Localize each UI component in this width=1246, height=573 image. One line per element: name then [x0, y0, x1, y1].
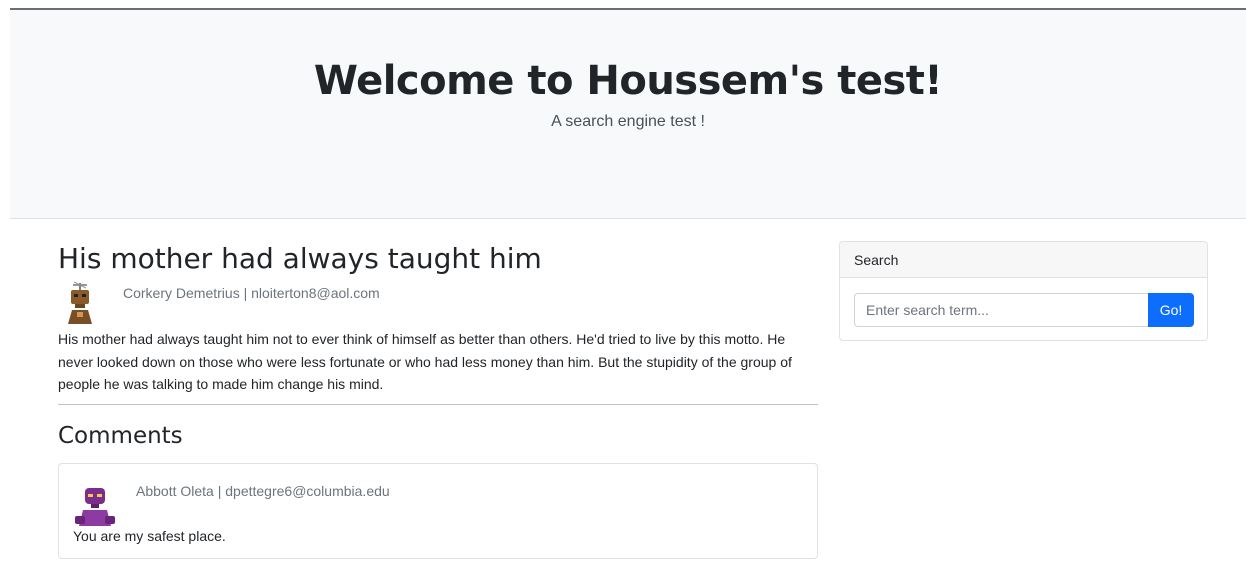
search-input[interactable] — [854, 293, 1148, 327]
post-body: His mother had always taught him not to … — [58, 331, 792, 392]
comment-author-avatar-icon — [75, 488, 115, 526]
search-widget: Search Go! — [839, 241, 1208, 341]
post-author-avatar-icon — [68, 281, 92, 324]
search-go-button[interactable]: Go! — [1148, 293, 1194, 327]
comments-heading: Comments — [58, 423, 183, 449]
page-title: Welcome to Houssem's test! — [313, 58, 943, 104]
comment-card: Abbott Oleta | dpettegre6@columbia.edu Y… — [58, 463, 818, 559]
post-divider — [58, 404, 818, 405]
comment-text: You are my safest place. — [73, 528, 226, 544]
page-subtitle: A search engine test ! — [551, 113, 705, 130]
post-author-meta: Corkery Demetrius | nloiterton8@aol.com — [123, 285, 380, 301]
post-title: His mother had always taught him — [58, 242, 542, 275]
jumbotron-header: Welcome to Houssem's test! A search engi… — [10, 10, 1246, 219]
search-widget-header: Search — [840, 242, 1207, 278]
comment-author-meta: Abbott Oleta | dpettegre6@columbia.edu — [136, 483, 390, 499]
search-input-group: Go! — [854, 293, 1194, 327]
